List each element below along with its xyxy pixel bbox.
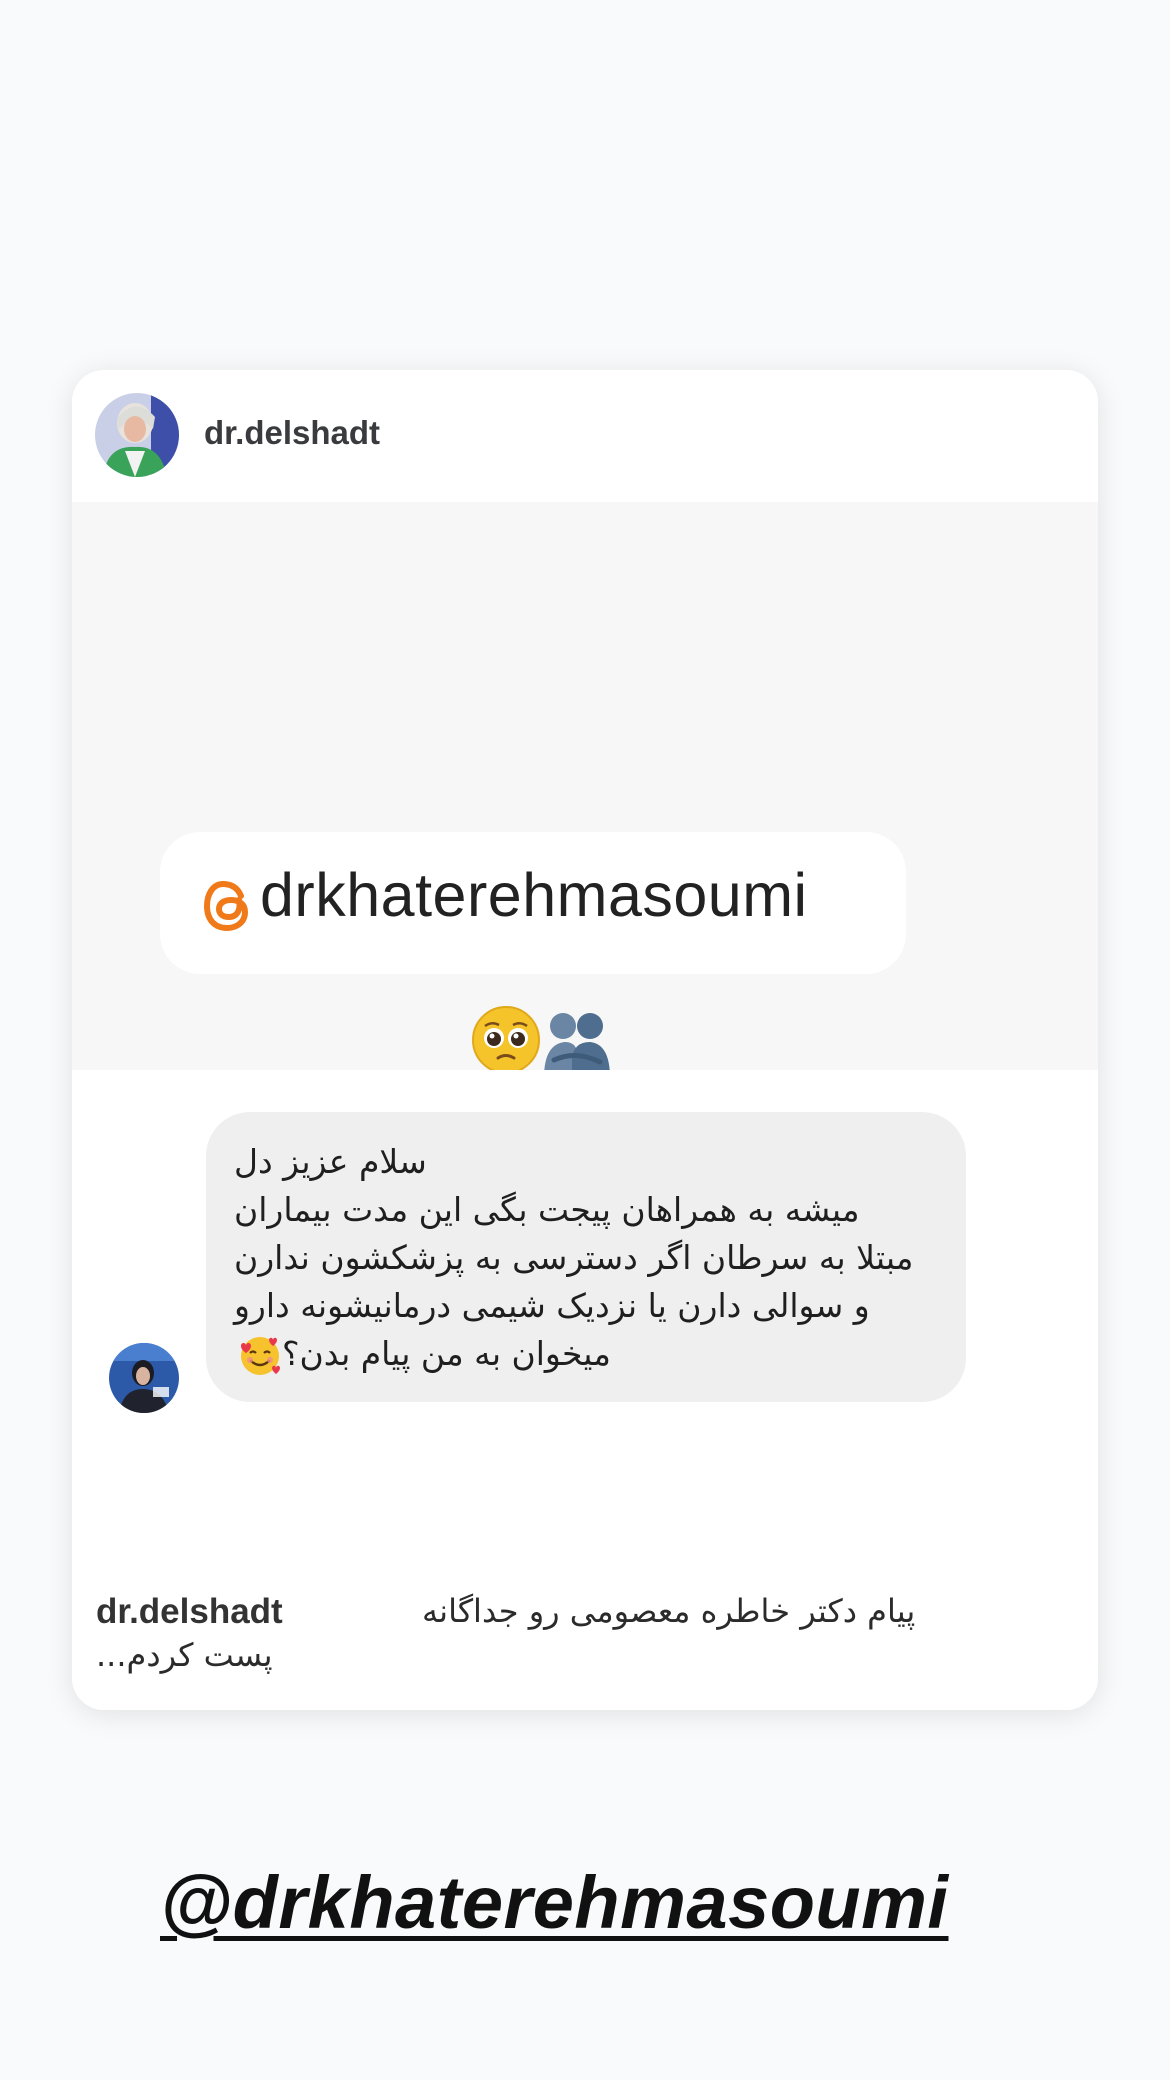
story-mention-sticker[interactable]: @drkhaterehmasoumi: [160, 1860, 949, 1945]
pleading-face-icon: [472, 1006, 540, 1074]
dm-message-row: سلام عزیز دل میشه به همراهان پیجت بگی ای…: [72, 1070, 1098, 1442]
post-header: dr.delshadt: [72, 370, 1098, 502]
dm-line-text: میخوان به من پیام بدن؟: [282, 1334, 611, 1373]
smiling-face-with-hearts-icon: [241, 1336, 280, 1375]
author-avatar[interactable]: [95, 393, 179, 477]
author-username[interactable]: dr.delshadt: [204, 414, 380, 452]
sender-avatar[interactable]: [109, 1343, 179, 1413]
dm-line-last: میخوان به من پیام بدن؟: [234, 1330, 934, 1378]
dm-line: مبتلا به سرطان اگر دسترسی به پزشکشون ندا…: [234, 1238, 914, 1277]
threads-icon: [203, 880, 249, 932]
dm-line: سلام عزیز دل: [234, 1142, 427, 1181]
people-hugging-icon: [544, 1013, 610, 1078]
dm-text: سلام عزیز دل میشه به همراهان پیجت بگی ای…: [234, 1138, 934, 1378]
caption-username[interactable]: dr.delshadt: [96, 1592, 283, 1632]
dm-bubble[interactable]: سلام عزیز دل میشه به همراهان پیجت بگی ای…: [206, 1112, 966, 1402]
caption-text-continued[interactable]: پست کردم...: [96, 1636, 273, 1674]
mention-pill[interactable]: drkhaterehmasoumi: [160, 832, 906, 974]
caption-text: پیام دکتر خاطره معصومی رو جداگانه: [422, 1592, 916, 1630]
dm-line: و سوالی دارن یا نزدیک شیمی درمانیشونه دا…: [234, 1286, 870, 1325]
post-caption: dr.delshadt پیام دکتر خاطره معصومی رو جد…: [72, 1570, 1098, 1710]
quoted-threads-post[interactable]: drkhaterehmasoumi سلام عزیز دل میشه به ه…: [72, 502, 1098, 1442]
mention-username: drkhaterehmasoumi: [260, 861, 808, 929]
shared-post-card[interactable]: dr.delshadt drkhaterehmasoumi سلام عزیز …: [72, 370, 1098, 1710]
dm-line: میشه به همراهان پیجت بگی این مدت بیماران: [234, 1190, 860, 1229]
emoji-row: [468, 1000, 618, 1080]
